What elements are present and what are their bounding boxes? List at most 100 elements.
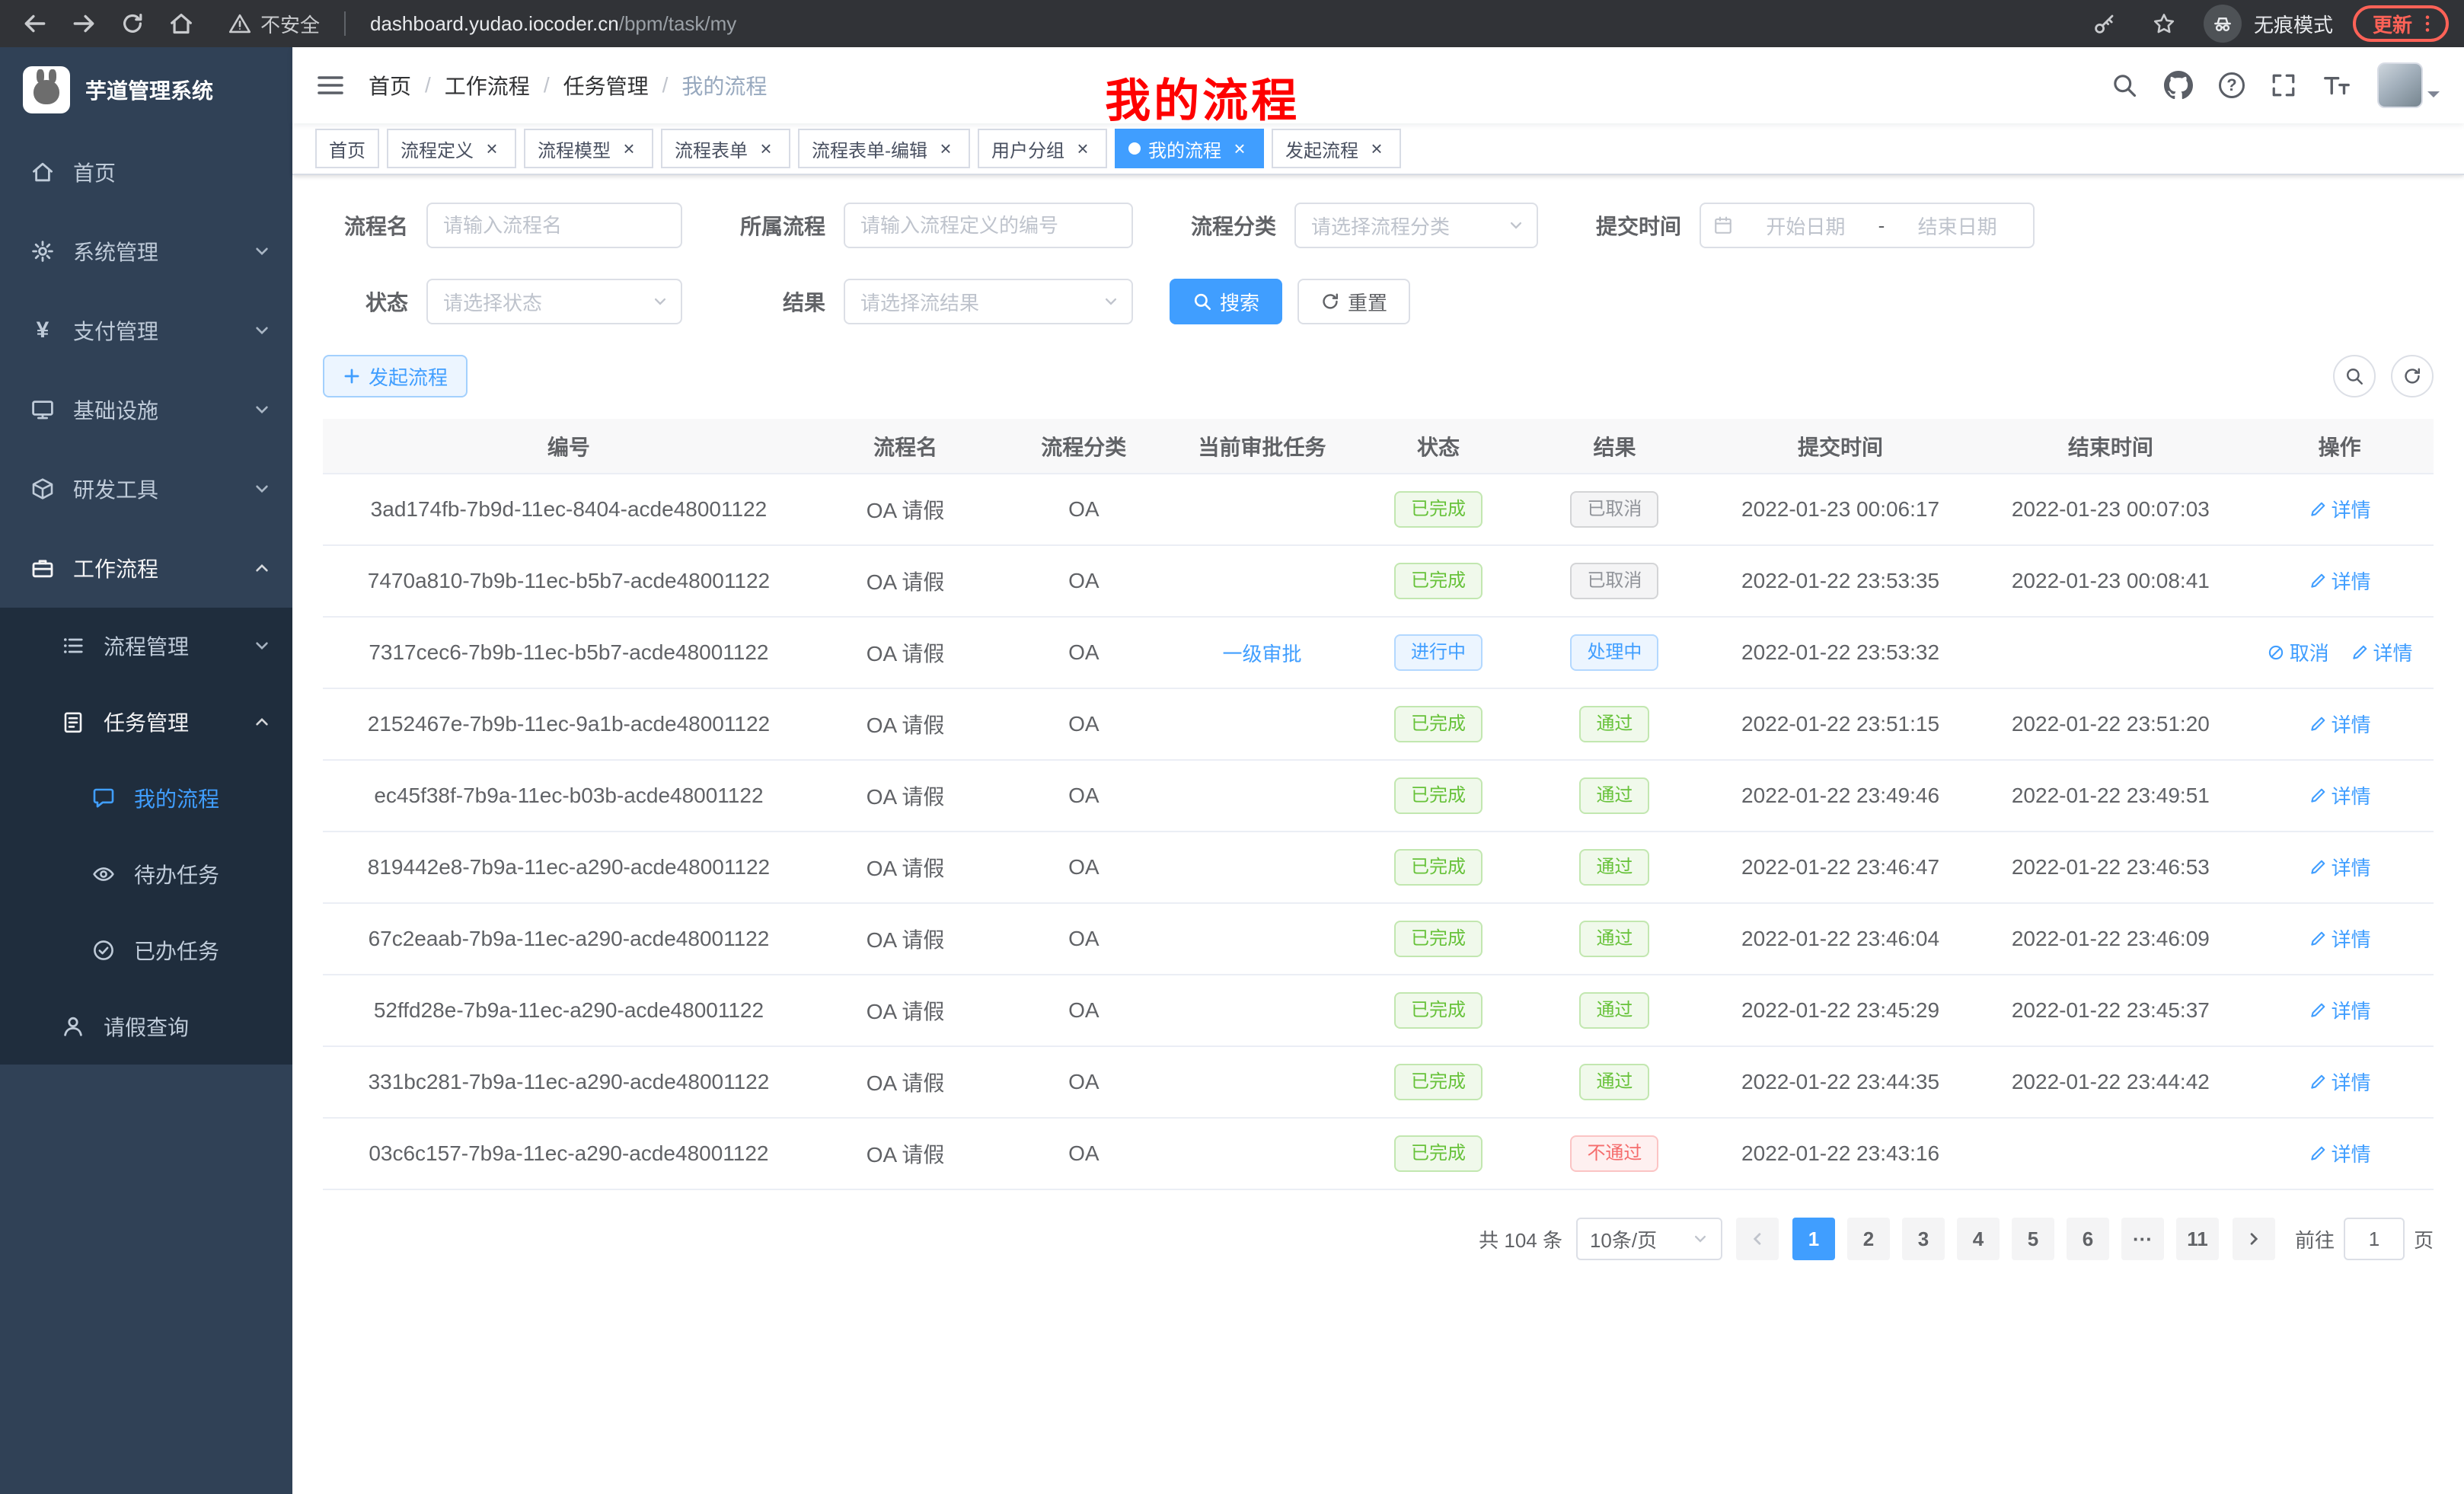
tab-close-icon[interactable]: × xyxy=(1366,138,1387,159)
sidebar-item-infrastructure[interactable]: 基础设施 xyxy=(0,370,292,449)
process-name-input[interactable] xyxy=(426,203,682,248)
incognito-badge[interactable]: 无痕模式 xyxy=(2204,5,2333,43)
detail-link[interactable]: 详情 xyxy=(2309,996,2371,1024)
update-button[interactable]: 更新 xyxy=(2353,5,2449,42)
person-icon xyxy=(61,1014,85,1039)
security-chip[interactable]: 不安全 xyxy=(228,10,320,38)
view-tab[interactable]: 流程定义 × xyxy=(387,129,516,168)
key-icon[interactable] xyxy=(2085,4,2124,43)
view-tab[interactable]: 首页 xyxy=(315,129,379,168)
detail-link[interactable]: 详情 xyxy=(2309,781,2371,809)
breadcrumb-item[interactable]: 首页 xyxy=(369,70,411,101)
reset-button[interactable]: 重置 xyxy=(1297,279,1410,324)
font-size-icon[interactable] xyxy=(2322,72,2351,98)
date-range-picker[interactable]: 开始日期 - 结束日期 xyxy=(1700,203,2035,248)
col-name: 流程名 xyxy=(815,419,996,474)
cell-id: 7317cec6-7b9b-11ec-b5b7-acde48001122 xyxy=(323,617,815,688)
page-button[interactable]: 4 xyxy=(1957,1218,2000,1260)
process-table: 编号 流程名 流程分类 当前审批任务 状态 结果 提交时间 结束时间 操作 xyxy=(323,419,2434,1190)
toggle-search-button[interactable] xyxy=(2333,355,2376,397)
search-label: 搜索 xyxy=(1220,288,1259,316)
prev-page-button[interactable] xyxy=(1736,1218,1779,1260)
view-tab[interactable]: 我的流程 × xyxy=(1115,129,1264,168)
detail-link[interactable]: 详情 xyxy=(2309,495,2371,523)
detail-link[interactable]: 详情 xyxy=(2309,924,2371,953)
fullscreen-icon[interactable] xyxy=(2271,72,2296,98)
page-button[interactable]: 6 xyxy=(2067,1218,2109,1260)
sidebar-item-workflow[interactable]: 工作流程 xyxy=(0,528,292,608)
tab-close-icon[interactable]: × xyxy=(755,138,777,159)
sidebar-item-process-management[interactable]: 流程管理 xyxy=(0,608,292,684)
goto-page-input[interactable] xyxy=(2344,1218,2405,1260)
page-size-select[interactable]: 10条/页 xyxy=(1576,1218,1722,1260)
page-button[interactable]: ··· xyxy=(2121,1218,2164,1260)
url-path: /bpm/task/my xyxy=(619,12,737,36)
sidebar-item-leave-query[interactable]: 请假查询 xyxy=(0,988,292,1065)
detail-link[interactable]: 详情 xyxy=(2309,710,2371,738)
sidebar-item-home[interactable]: 首页 xyxy=(0,132,292,212)
view-tab[interactable]: 发起流程 × xyxy=(1272,129,1401,168)
bookmark-star-icon[interactable] xyxy=(2144,4,2184,43)
view-tab[interactable]: 流程模型 × xyxy=(524,129,653,168)
view-tab[interactable]: 用户分组 × xyxy=(978,129,1107,168)
filter-category-label: 流程分类 xyxy=(1170,210,1294,241)
tab-close-icon[interactable]: × xyxy=(1072,138,1093,159)
sidebar-item-system[interactable]: 系统管理 xyxy=(0,212,292,291)
tab-close-icon[interactable]: × xyxy=(1229,138,1250,159)
tab-close-icon[interactable]: × xyxy=(935,138,956,159)
edit-icon xyxy=(2309,1001,2327,1020)
forward-icon[interactable] xyxy=(64,4,104,43)
detail-link[interactable]: 详情 xyxy=(2309,1139,2371,1167)
help-icon[interactable]: ? xyxy=(2219,72,2245,98)
back-icon[interactable] xyxy=(15,4,55,43)
refresh-table-button[interactable] xyxy=(2391,355,2434,397)
create-process-button[interactable]: 发起流程 xyxy=(323,355,468,397)
category-select[interactable]: 请选择流程分类 xyxy=(1294,203,1538,248)
sidebar-item-todo-tasks[interactable]: 待办任务 xyxy=(0,836,292,912)
sidebar-item-label: 支付管理 xyxy=(73,315,158,346)
detail-link[interactable]: 详情 xyxy=(2309,567,2371,595)
next-page-button[interactable] xyxy=(2233,1218,2275,1260)
edit-icon xyxy=(2309,572,2327,590)
user-menu[interactable] xyxy=(2377,62,2440,108)
detail-link[interactable]: 详情 xyxy=(2351,638,2413,666)
home-icon[interactable] xyxy=(161,4,201,43)
search-icon[interactable] xyxy=(2111,72,2138,99)
cell-end-time: 2022-01-22 23:49:51 xyxy=(1975,760,2245,832)
gear-icon xyxy=(30,239,55,263)
chevron-down-icon xyxy=(253,480,271,498)
tab-close-icon[interactable]: × xyxy=(618,138,640,159)
search-button[interactable]: 搜索 xyxy=(1170,279,1282,324)
page-button[interactable]: 1 xyxy=(1792,1218,1835,1260)
view-tab[interactable]: 流程表单-编辑 × xyxy=(798,129,970,168)
reload-icon[interactable] xyxy=(113,4,152,43)
detail-link[interactable]: 详情 xyxy=(2309,853,2371,881)
current-task-link[interactable]: 一级审批 xyxy=(1223,639,1302,667)
cell-submit-time: 2022-01-22 23:43:16 xyxy=(1706,1118,1976,1189)
view-tab[interactable]: 流程表单 × xyxy=(661,129,790,168)
tab-close-icon[interactable]: × xyxy=(481,138,503,159)
detail-link[interactable]: 详情 xyxy=(2309,1068,2371,1096)
address-bar[interactable]: dashboard.yudao.iocoder.cn/bpm/task/my xyxy=(370,12,736,36)
hamburger-icon[interactable] xyxy=(317,73,344,97)
breadcrumb-item[interactable]: 工作流程 xyxy=(445,70,530,101)
sidebar-item-payment[interactable]: ¥ 支付管理 xyxy=(0,291,292,370)
page-button[interactable]: 3 xyxy=(1902,1218,1945,1260)
logo[interactable]: 芋道管理系统 xyxy=(0,47,292,132)
cell-status: 已完成 xyxy=(1353,474,1524,545)
sidebar-item-label: 已办任务 xyxy=(134,935,219,966)
status-select[interactable]: 请选择状态 xyxy=(426,279,682,324)
sidebar-item-done-tasks[interactable]: 已办任务 xyxy=(0,912,292,988)
page-button[interactable]: 11 xyxy=(2176,1218,2219,1260)
cancel-link[interactable]: 取消 xyxy=(2267,638,2329,666)
result-select[interactable]: 请选择流结果 xyxy=(844,279,1133,324)
github-icon[interactable] xyxy=(2164,71,2193,100)
sidebar-item-task-management[interactable]: 任务管理 xyxy=(0,684,292,760)
tab-label: 流程模型 xyxy=(538,136,611,162)
sidebar-item-devtools[interactable]: 研发工具 xyxy=(0,449,292,528)
breadcrumb-item[interactable]: 任务管理 xyxy=(563,70,649,101)
page-button[interactable]: 5 xyxy=(2012,1218,2054,1260)
page-button[interactable]: 2 xyxy=(1847,1218,1890,1260)
sidebar-item-my-process[interactable]: 我的流程 xyxy=(0,760,292,836)
process-definition-input[interactable] xyxy=(844,203,1133,248)
